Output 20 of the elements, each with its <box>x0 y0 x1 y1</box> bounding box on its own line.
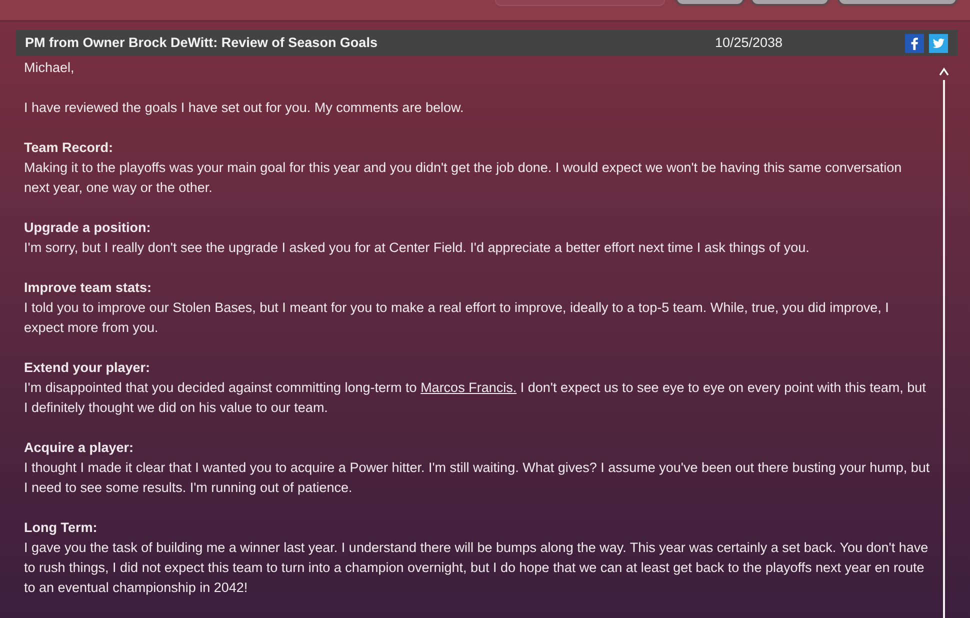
section-paragraph: Making it to the playoffs was your main goal for this year and you didn't get the job done. I would expect we won't be having this same conversation next year, one way or the other. <box>24 159 903 197</box>
scrollbar[interactable] <box>938 66 950 618</box>
intro-paragraph: I have reviewed the goals I have set out for you. My comments are below. <box>24 99 465 117</box>
section-paragraph: I'm disappointed that you decided against committing long-term to Marcos Francis. I don't expect us to see eye to eye on every point with this team, but I definitely thought we did on his value to our team. <box>24 379 927 417</box>
section-heading: Team Record: <box>24 139 114 157</box>
section-paragraph: I told you to improve our Stolen Bases, but I meant for you to make a real effort to improve, ideally to a top-5 team. While, true, you did improve, I expect more from you. <box>24 299 890 337</box>
section-heading: Improve team stats: <box>24 279 153 297</box>
section-heading: Extend your player: <box>24 359 152 377</box>
section-paragraph: I gave you the task of building me a winner last year. I understand there will be bumps along the way. This year was certainly a set back. You don't have to rush things, I did not expect this team to turn into a champion overnight, but I do hope that we can at least get back to the playoffs next year en route to an eventual championship in 2042! <box>24 539 930 597</box>
section-heading: Acquire a player: <box>24 439 135 457</box>
section-heading: Long Term: <box>24 519 98 537</box>
greeting-text: Michael, <box>24 59 76 77</box>
player-link[interactable]: Marcos Francis. <box>420 380 517 395</box>
section-paragraph: I'm sorry, but I really don't see the upgrade I asked you for at Center Field. I'd appreciate a better effort next time I ask things of you. <box>24 239 810 257</box>
section-paragraph: I thought I made it clear that I wanted you to acquire a Power hitter. I'm still waiting. What gives? I assume you've been out there busting your hump, but I need to see some results. I'm running out of patience. <box>24 459 930 497</box>
section-heading: Upgrade a position: <box>24 219 152 237</box>
facebook-icon[interactable] <box>905 34 924 52</box>
twitter-icon[interactable] <box>929 34 948 52</box>
message-title: PM from Owner Brock DeWitt: Review of Season Goals <box>25 34 378 52</box>
message-date: 10/25/2038 <box>715 34 784 52</box>
